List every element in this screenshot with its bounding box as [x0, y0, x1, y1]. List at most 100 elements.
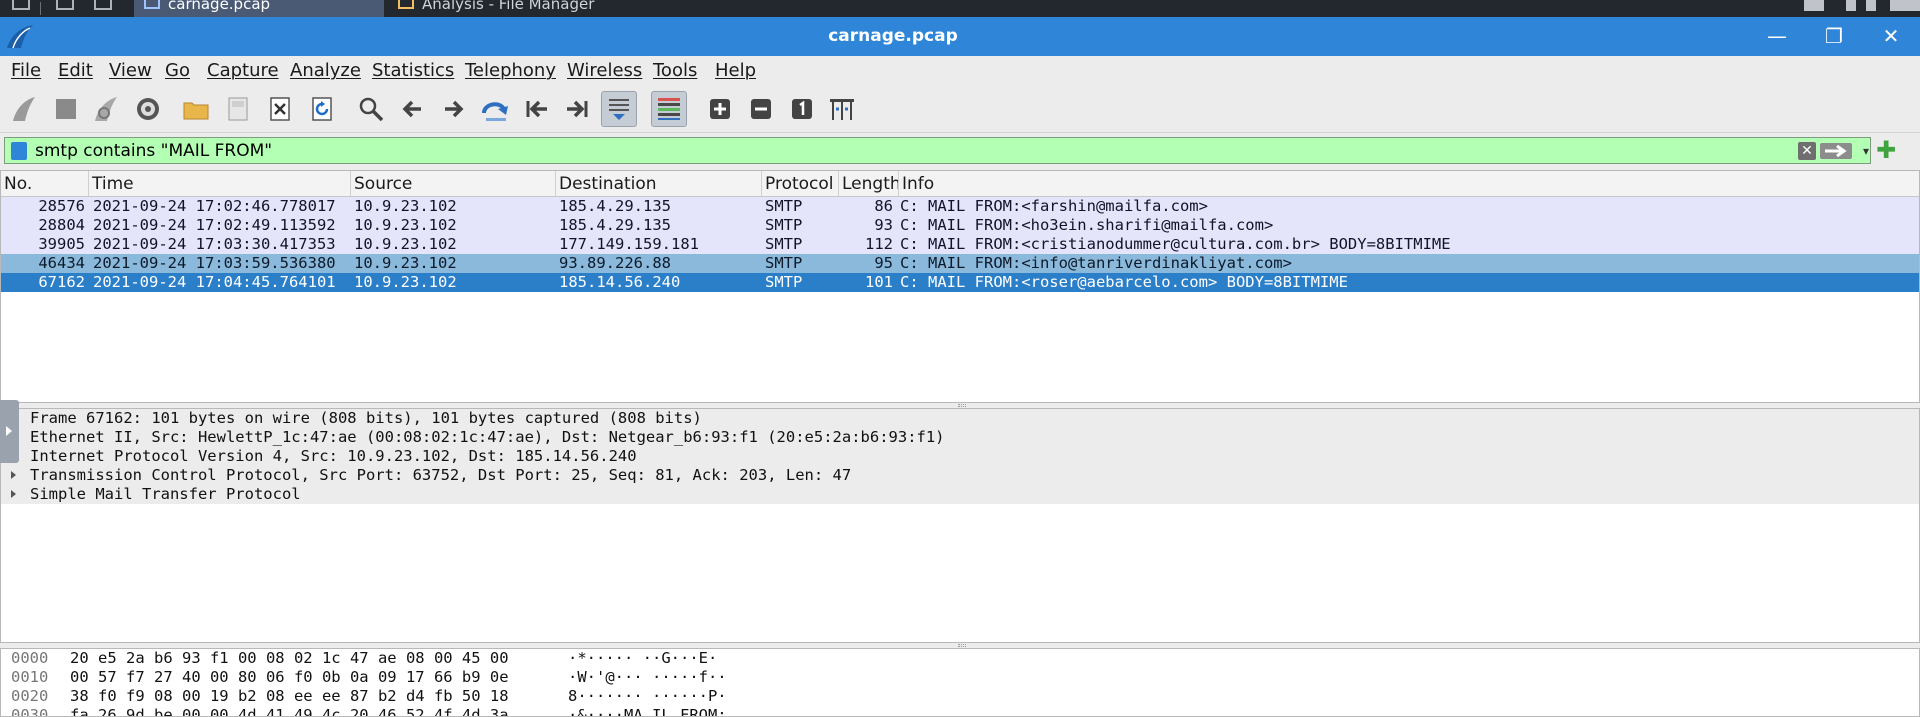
column-header-source[interactable]: Source [351, 171, 556, 197]
reload-file-button[interactable] [304, 91, 340, 127]
packet-protocol: SMTP [765, 273, 803, 291]
close-file-button[interactable] [262, 91, 298, 127]
packet-row[interactable]: 28804 2021-09-24 17:02:49.113592 10.9.23… [1, 216, 1919, 235]
column-header-no[interactable]: No. [1, 171, 89, 197]
capture-options-button[interactable] [130, 91, 166, 127]
menu-capture[interactable]: Capture [204, 59, 282, 83]
packet-no: 28804 [38, 216, 85, 234]
zoom-out-button[interactable] [743, 91, 779, 127]
hex-bytes: 38 f0 f9 08 00 19 b2 08 ee ee 87 b2 d4 f… [70, 687, 509, 705]
menu-help[interactable]: Help [712, 59, 759, 83]
minimize-button[interactable]: — [1755, 17, 1799, 56]
arrow-left-icon [402, 100, 421, 118]
taskbar-tab-file-manager[interactable]: Analysis - File Manager [388, 0, 638, 17]
stop-icon [56, 99, 76, 119]
go-back-button[interactable] [395, 91, 431, 127]
stop-capture-button[interactable] [48, 91, 84, 127]
folder-icon [398, 0, 414, 9]
detail-row-tcp[interactable]: Transmission Control Protocol, Src Port:… [1, 466, 1919, 485]
packet-row[interactable]: 46434 2021-09-24 17:03:59.536380 10.9.23… [1, 254, 1919, 273]
autoscroll-button[interactable] [601, 91, 637, 127]
menu-go[interactable]: Go [162, 59, 193, 83]
apply-filter-arrow-icon[interactable] [1820, 143, 1852, 159]
close-button[interactable]: ✕ [1869, 17, 1913, 56]
menu-wireless[interactable]: Wireless [564, 59, 645, 83]
packet-row[interactable]: 28576 2021-09-24 17:02:46.778017 10.9.23… [1, 197, 1919, 216]
normal-size-icon [792, 99, 812, 119]
packet-source: 10.9.23.102 [354, 254, 457, 272]
desktop-taskbar: carnage.pcap Analysis - File Manager [0, 0, 1920, 17]
restart-capture-button[interactable] [88, 91, 124, 127]
menu-statistics[interactable]: Statistics [369, 59, 457, 83]
column-header-protocol[interactable]: Protocol [762, 171, 839, 197]
column-header-length[interactable]: Length [839, 171, 899, 197]
hex-offset: 0010 [11, 668, 49, 686]
taskbar-tab-wireshark[interactable]: carnage.pcap [134, 0, 384, 17]
find-packet-button[interactable] [353, 91, 389, 127]
resize-columns-button[interactable] [824, 91, 860, 127]
tray-icon[interactable] [1866, 0, 1876, 11]
go-to-packet-button[interactable] [477, 91, 513, 127]
pane-splitter-handle[interactable] [958, 644, 966, 647]
expand-arrow-icon[interactable] [11, 471, 16, 479]
wireshark-icon [144, 0, 160, 9]
go-first-button[interactable] [519, 91, 555, 127]
packet-details-pane: Frame 67162: 101 bytes on wire (808 bits… [0, 408, 1920, 643]
menu-edit[interactable]: Edit [55, 59, 96, 83]
file-manager-icon[interactable] [94, 0, 112, 10]
detail-row-ip[interactable]: Internet Protocol Version 4, Src: 10.9.2… [1, 447, 1919, 466]
zoom-in-button[interactable] [702, 91, 738, 127]
detail-row-ethernet[interactable]: Ethernet II, Src: HewlettP_1c:47:ae (00:… [1, 428, 1919, 447]
autoscroll-icon [609, 99, 629, 120]
terminal-icon[interactable] [56, 0, 74, 10]
menu-analyze[interactable]: Analyze [287, 59, 364, 83]
detail-row-frame[interactable]: Frame 67162: 101 bytes on wire (808 bits… [1, 409, 1919, 428]
save-file-button[interactable] [220, 91, 256, 127]
packet-time: 2021-09-24 17:03:59.536380 [93, 254, 336, 272]
pane-splitter-handle[interactable] [958, 404, 966, 407]
packet-info: C: MAIL FROM:<ho3ein.sharifi@mailfa.com> [900, 216, 1274, 234]
maximize-button[interactable]: ❐ [1812, 17, 1856, 56]
add-filter-button-icon[interactable]: ✚ [1876, 138, 1896, 162]
taskbar-tab-label: Analysis - File Manager [422, 0, 595, 13]
start-capture-button[interactable] [6, 91, 42, 127]
expand-arrow-icon[interactable] [11, 490, 16, 498]
packet-source: 10.9.23.102 [354, 235, 457, 253]
hex-row[interactable]: 0000 20 e5 2a b6 93 f1 00 08 02 1c 47 ae… [1, 649, 1919, 668]
detail-row-smtp[interactable]: Simple Mail Transfer Protocol [1, 485, 1919, 504]
clear-filter-icon[interactable]: ✕ [1798, 142, 1816, 160]
restart-icon [95, 97, 117, 121]
tray-icon[interactable] [1846, 0, 1856, 11]
column-header-destination[interactable]: Destination [556, 171, 762, 197]
filter-bookmark-icon[interactable] [11, 142, 27, 160]
close-app-icon[interactable] [12, 0, 30, 10]
colorize-button[interactable] [651, 91, 687, 127]
taskbar-separator [40, 2, 41, 15]
open-file-button[interactable] [178, 91, 214, 127]
normal-size-button[interactable] [784, 91, 820, 127]
menu-file[interactable]: File [8, 59, 44, 83]
go-forward-button[interactable] [435, 91, 471, 127]
packet-length: 101 [865, 273, 893, 291]
hex-row[interactable]: 0010 00 57 f7 27 40 00 80 06 f0 0b 0a 09… [1, 668, 1919, 687]
menu-view[interactable]: View [106, 59, 155, 83]
packet-info: C: MAIL FROM:<roser@aebarcelo.com> BODY=… [900, 273, 1348, 291]
hex-row[interactable]: 0030 fa 26 9d be 00 00 4d 41 49 4c 20 46… [1, 706, 1919, 716]
hex-offset: 0000 [11, 649, 49, 667]
display-filter-input[interactable]: smtp contains "MAIL FROM" ✕ ▾ [4, 137, 1871, 164]
packet-row-selected[interactable]: 67162 2021-09-24 17:04:45.764101 10.9.23… [1, 273, 1919, 292]
folder-open-icon [183, 102, 209, 120]
hex-row[interactable]: 0020 38 f0 f9 08 00 19 b2 08 ee ee 87 b2… [1, 687, 1919, 706]
tray-icon[interactable] [1804, 0, 1824, 11]
packet-row[interactable]: 39905 2021-09-24 17:03:30.417353 10.9.23… [1, 235, 1919, 254]
sidebar-toggle-handle[interactable] [0, 400, 19, 463]
go-last-button[interactable] [559, 91, 595, 127]
filter-history-dropdown[interactable]: ▾ [1856, 138, 1876, 165]
packet-destination: 93.89.226.88 [559, 254, 671, 272]
tray-icon[interactable] [1890, 0, 1920, 11]
column-header-info[interactable]: Info [899, 171, 1919, 197]
menu-tools[interactable]: Tools [650, 59, 700, 83]
column-header-time[interactable]: Time [89, 171, 351, 197]
packet-list-header: No. Time Source Destination Protocol Len… [1, 171, 1919, 197]
menu-telephony[interactable]: Telephony [462, 59, 559, 83]
